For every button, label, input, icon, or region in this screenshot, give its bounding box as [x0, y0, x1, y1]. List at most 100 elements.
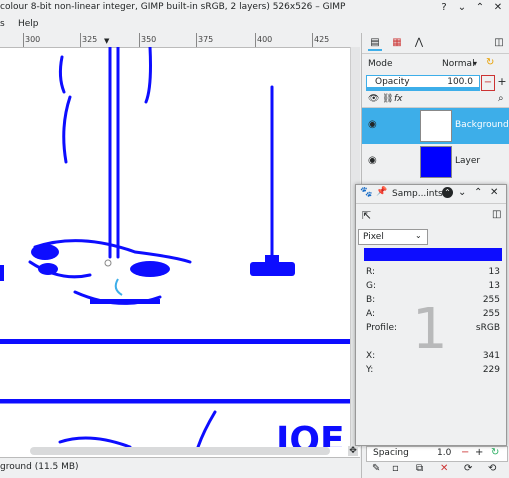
increase-button[interactable]: +: [475, 447, 483, 458]
pin-icon[interactable]: 📌: [376, 187, 387, 197]
layer-name: Background: [455, 120, 509, 130]
decrease-button[interactable]: −: [461, 447, 469, 458]
layer-header-row: 👁 ⛓ fx ⌕: [362, 93, 509, 108]
visibility-icon: 👁: [368, 94, 380, 104]
link-icon: ⛓: [382, 94, 394, 104]
dialog-titlebar[interactable]: 🐾 📌 Samp...ints ⌃ ⌄ ⌃ ✕: [356, 185, 506, 204]
ruler-tick-label: 375: [198, 35, 214, 44]
horizontal-ruler: 300 325 ▼ 350 375 400 425: [0, 33, 360, 48]
image-drawing[interactable]: JOE: [0, 47, 350, 447]
navigate-icon[interactable]: ✥: [348, 446, 358, 456]
ruler-tick-mark: [139, 33, 140, 47]
opacity-field[interactable]: Opacity 100.0: [366, 75, 480, 91]
dock-tab-bar: ▤ ▦ ⋀ ◫: [362, 33, 509, 54]
pointer-tool-icon[interactable]: ⇱: [362, 209, 371, 222]
ruler-tick-mark: [255, 33, 256, 47]
effects-icon: fx: [394, 94, 403, 104]
reset-icon[interactable]: ↻: [491, 447, 499, 458]
gimp-icon: 🐾: [360, 187, 373, 198]
menu-bar: s Help: [0, 17, 360, 33]
paths-tab-icon[interactable]: ⋀: [412, 37, 426, 49]
close-icon[interactable]: ✕: [492, 2, 504, 14]
dock-menu-icon[interactable]: ◫: [492, 209, 501, 220]
mode-label: Mode: [368, 59, 393, 69]
ruler-tick-label: 350: [141, 35, 157, 44]
channels-tab-icon[interactable]: ▦: [390, 37, 404, 49]
blue-value: 255: [482, 295, 500, 305]
layer-thumbnail: [420, 110, 452, 142]
horizontal-scrollbar[interactable]: [30, 447, 330, 455]
ruler-pointer-icon: ▼: [104, 37, 110, 45]
status-bar: ground (11.5 MB): [0, 457, 360, 478]
red-value: 13: [488, 267, 500, 277]
sample-point-number: 1: [412, 297, 448, 362]
green-value: 13: [488, 281, 500, 291]
duplicate-icon[interactable]: ⧉: [416, 463, 423, 474]
status-text: ground (11.5 MB): [0, 462, 79, 472]
eye-icon[interactable]: ◉: [368, 119, 377, 130]
menu-item-windows[interactable]: s: [0, 19, 5, 29]
layer-row-layer[interactable]: ◉ Layer: [362, 144, 509, 180]
x-value: 341: [482, 351, 500, 361]
layer-actions-bar: ✎ ▫ ⧉ ✕ ⟳ ⟲: [362, 462, 509, 478]
ruler-tick-label: 300: [25, 35, 41, 44]
chevron-down-icon[interactable]: ▾: [473, 59, 477, 68]
ruler-tick-mark: [23, 33, 24, 47]
restore-icon[interactable]: ⟲: [488, 463, 496, 474]
edit-icon[interactable]: ✎: [372, 463, 380, 474]
profile-label: Profile:: [366, 323, 398, 333]
alpha-value: 255: [482, 309, 500, 319]
spacing-value: 1.0: [437, 448, 452, 458]
help-icon[interactable]: ?: [438, 2, 450, 14]
y-value: 229: [482, 365, 500, 375]
opacity-label: Opacity: [375, 77, 410, 87]
color-swatch: [364, 248, 502, 261]
minimize-icon[interactable]: ⌄: [456, 2, 468, 14]
red-label: R:: [366, 267, 376, 277]
spacing-field[interactable]: Spacing 1.0 − + ↻: [366, 446, 508, 462]
layers-tab-icon[interactable]: ▤: [368, 37, 382, 51]
x-label: X:: [366, 351, 376, 361]
spacing-label: Spacing: [373, 448, 409, 458]
chevron-up-icon[interactable]: ⌃: [474, 187, 482, 198]
layer-thumbnail: [420, 146, 452, 178]
delete-icon[interactable]: ✕: [440, 463, 448, 474]
opacity-value: 100.0: [447, 77, 473, 87]
pixel-mode-select[interactable]: Pixel ⌄: [358, 229, 428, 245]
blue-label: B:: [366, 295, 376, 305]
layer-name: Layer: [455, 156, 481, 166]
ruler-tick-mark: [80, 33, 81, 47]
sample-points-dialog: 🐾 📌 Samp...ints ⌃ ⌄ ⌃ ✕ ⇱ ◫ Pixel ⌄ 1 R:…: [355, 184, 507, 446]
window-title: colour 8-bit non-linear integer, GIMP bu…: [0, 2, 346, 12]
ruler-tick-label: 425: [314, 35, 330, 44]
menu-item-help[interactable]: Help: [18, 19, 39, 29]
eye-icon[interactable]: ◉: [368, 155, 377, 166]
pixel-mode-value: Pixel: [363, 232, 384, 242]
refresh-icon[interactable]: ⟳: [464, 463, 472, 474]
new-layer-icon[interactable]: ▫: [392, 463, 399, 474]
decrease-button[interactable]: −: [481, 75, 495, 91]
y-label: Y:: [366, 365, 374, 375]
close-icon[interactable]: ✕: [490, 187, 498, 198]
image-canvas-area: 300 325 ▼ 350 375 400 425 JOE ground (11…: [0, 33, 360, 478]
title-bar: colour 8-bit non-linear integer, GIMP bu…: [0, 0, 509, 17]
mode-reset-icon[interactable]: ↻: [486, 57, 494, 68]
dock-menu-icon[interactable]: ◫: [492, 37, 506, 49]
layer-row-background[interactable]: ◉ Background: [362, 108, 509, 144]
maximize-icon[interactable]: ⌃: [474, 2, 486, 14]
canvas-text-joe: JOE: [273, 420, 345, 447]
chevron-down-icon[interactable]: ⌄: [458, 187, 466, 198]
ruler-tick-label: 400: [257, 35, 273, 44]
green-label: G:: [366, 281, 377, 291]
opacity-fill: [367, 87, 479, 90]
search-icon[interactable]: ⌕: [498, 93, 504, 104]
ruler-tick-label: 325: [82, 35, 98, 44]
increase-button[interactable]: +: [496, 75, 508, 89]
ruler-tick-mark: [312, 33, 313, 47]
mode-select[interactable]: Normal: [442, 59, 475, 69]
ruler-tick-mark: [196, 33, 197, 47]
profile-value: sRGB: [475, 323, 500, 333]
dialog-title: Samp...ints: [392, 189, 443, 199]
keep-above-icon[interactable]: ⌃: [442, 187, 453, 198]
chevron-down-icon: ⌄: [415, 231, 422, 240]
